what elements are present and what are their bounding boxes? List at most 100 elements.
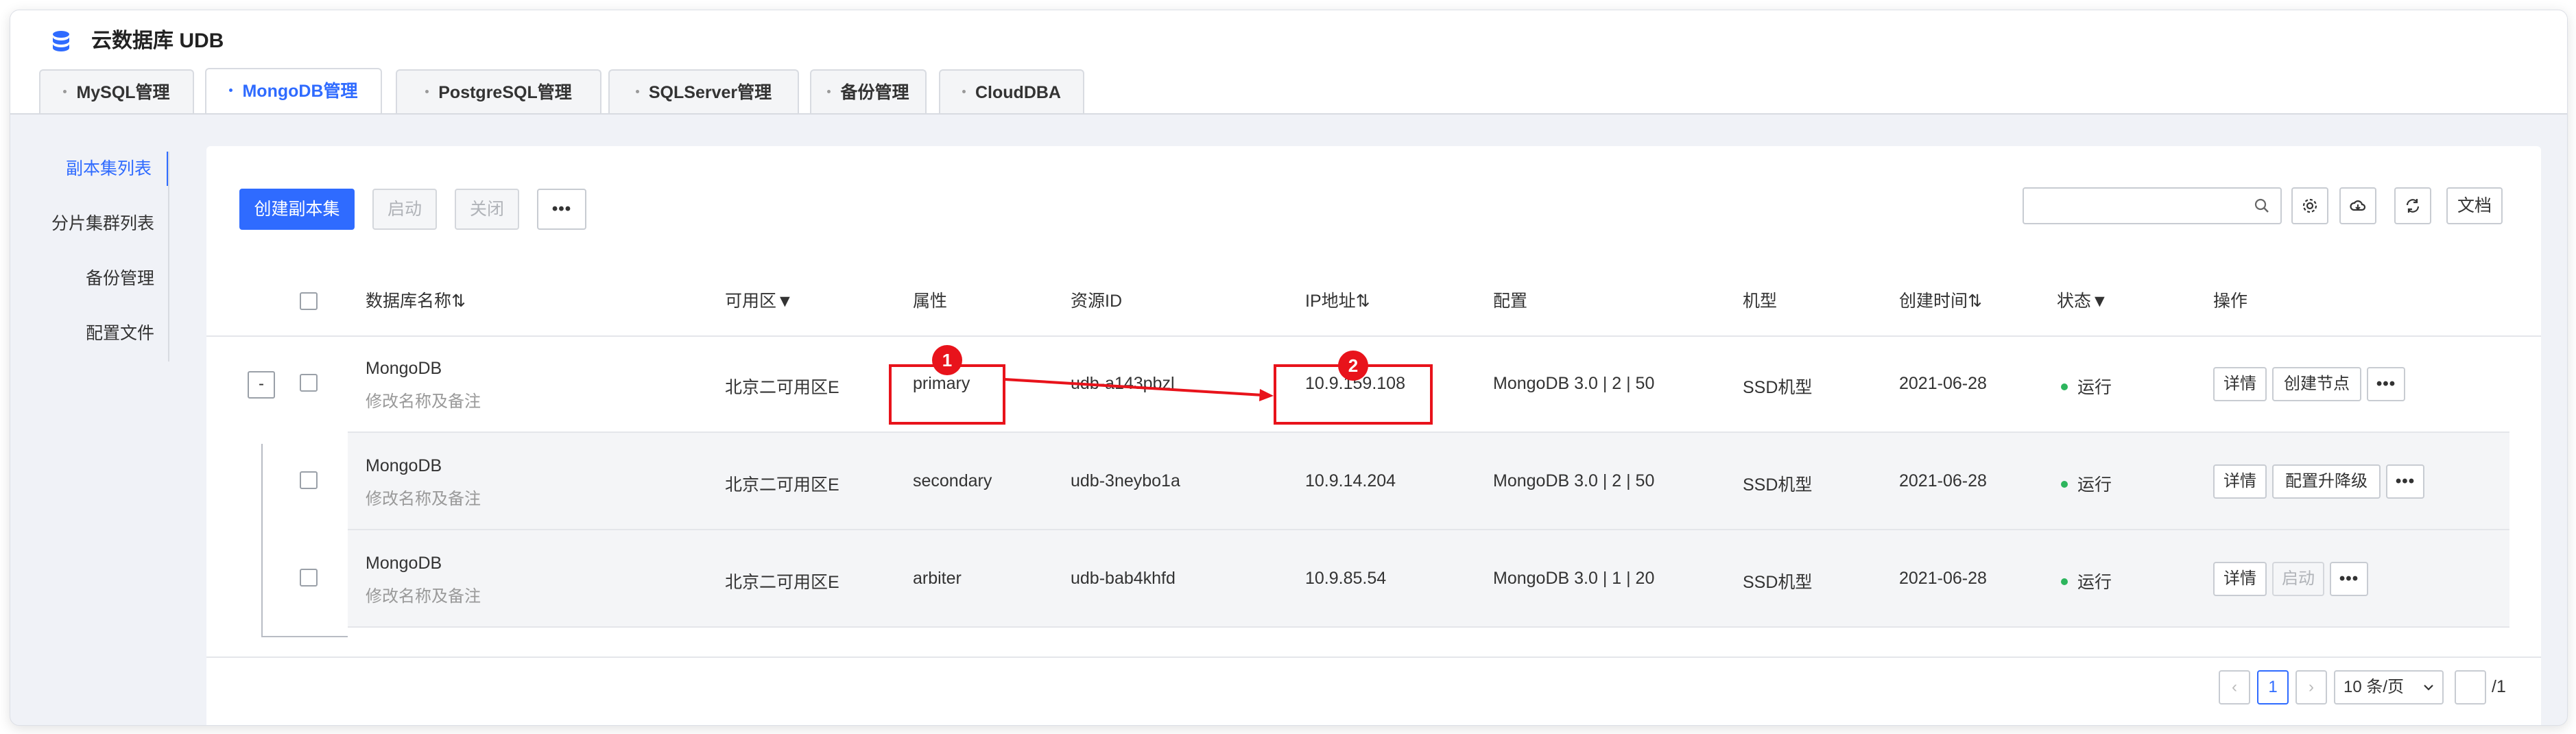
header-actions: 操作 <box>2213 292 2248 311</box>
start-button[interactable]: 启动 <box>372 189 437 230</box>
header-status[interactable]: 状态▼ <box>2057 267 2108 335</box>
details-button[interactable]: 详情 <box>2213 562 2267 596</box>
row-resource-id: udb-3neybo1a <box>1071 471 1180 490</box>
row-name: MongoDB <box>366 456 442 475</box>
row-name: MongoDB <box>366 359 442 378</box>
search-input[interactable] <box>2031 193 2239 220</box>
row-config: MongoDB 3.0 | 2 | 50 <box>1493 471 1655 490</box>
details-button[interactable]: 详情 <box>2213 464 2267 499</box>
header-role: 属性 <box>913 292 948 311</box>
table-row: MongoDB 修改名称及备注 北京二可用区E secondary udb-3n… <box>206 433 2541 530</box>
collapse-toggle[interactable]: - <box>248 371 275 399</box>
row-more-button[interactable]: ••• <box>2386 464 2424 499</box>
gear-icon <box>2302 198 2317 213</box>
status-dot-icon <box>2061 383 2068 391</box>
edit-name-link[interactable]: 修改名称及备注 <box>366 582 481 606</box>
status-badge: 运行 <box>2061 374 2112 399</box>
row-resource-id: udb-bab4khfd <box>1071 569 1176 588</box>
main-panel: 创建副本集 启动 关闭 ••• 文档 数据库名称⇅ 可用区▼ 属性 资源ID I… <box>206 146 2541 725</box>
prev-page-button[interactable]: ‹ <box>2219 670 2250 705</box>
annotation-badge-1: 1 <box>932 345 962 375</box>
row-config: MongoDB 3.0 | 1 | 20 <box>1493 569 1655 588</box>
refresh-button[interactable] <box>2394 187 2431 224</box>
tab-clouddba[interactable]: CloudDBA <box>939 69 1084 113</box>
tab-mysql[interactable]: MySQL管理 <box>39 69 194 113</box>
row-model: SSD机型 <box>1743 475 1813 495</box>
close-button[interactable]: 关闭 <box>455 189 519 230</box>
status-dot-icon <box>2061 578 2068 586</box>
docs-button[interactable]: 文档 <box>2446 187 2503 224</box>
row-config: MongoDB 3.0 | 2 | 50 <box>1493 374 1655 393</box>
resize-button[interactable]: 配置升降级 <box>2272 464 2381 499</box>
cloud-download-icon <box>2350 200 2366 211</box>
page-1-button[interactable]: 1 <box>2257 670 2289 705</box>
header-config: 配置 <box>1493 292 1528 311</box>
status-badge: 运行 <box>2061 471 2112 496</box>
create-replica-set-button[interactable]: 创建副本集 <box>239 189 355 230</box>
header-created[interactable]: 创建时间⇅ <box>1899 267 1982 335</box>
annotation-arrow <box>1004 378 1274 401</box>
chevron-down-icon <box>2424 685 2433 691</box>
edit-name-link[interactable]: 修改名称及备注 <box>366 388 481 412</box>
annotation-badge-2: 2 <box>1338 351 1368 381</box>
start-node-button[interactable]: 启动 <box>2272 562 2324 596</box>
page-title: 云数据库 UDB <box>91 29 224 52</box>
row-ip: 10.9.14.204 <box>1305 471 1396 490</box>
tab-sqlserver[interactable]: SQLServer管理 <box>608 69 799 113</box>
row-name: MongoDB <box>366 554 442 573</box>
database-icon <box>53 31 69 51</box>
header-ip[interactable]: IP地址⇅ <box>1305 267 1370 335</box>
details-button[interactable]: 详情 <box>2213 367 2267 401</box>
edit-name-link[interactable]: 修改名称及备注 <box>366 485 481 509</box>
select-all-checkbox[interactable] <box>300 292 318 310</box>
row-checkbox[interactable] <box>300 374 318 392</box>
row-role: arbiter <box>913 569 962 588</box>
row-zone: 北京二可用区E <box>725 573 839 592</box>
title-bar: 云数据库 UDB MySQL管理 MongoDB管理 PostgreSQL管理 … <box>10 10 2567 115</box>
header-resource-id: 资源ID <box>1071 292 1123 311</box>
tree-line-end <box>261 636 348 637</box>
row-created: 2021-06-28 <box>1899 471 1987 490</box>
row-checkbox[interactable] <box>300 471 318 489</box>
row-model: SSD机型 <box>1743 378 1813 397</box>
tab-postgresql[interactable]: PostgreSQL管理 <box>396 69 601 113</box>
table-row: MongoDB 修改名称及备注 北京二可用区E arbiter udb-bab4… <box>206 530 2541 628</box>
header-zone[interactable]: 可用区▼ <box>725 267 794 335</box>
status-badge: 运行 <box>2061 569 2112 593</box>
tab-mongodb[interactable]: MongoDB管理 <box>205 68 382 115</box>
sidebar-item-config-files[interactable]: 配置文件 <box>10 316 169 351</box>
download-button[interactable] <box>2339 187 2376 224</box>
row-zone: 北京二可用区E <box>725 475 839 495</box>
total-pages: /1 <box>2492 677 2506 696</box>
more-button[interactable]: ••• <box>537 189 586 230</box>
row-role: secondary <box>913 471 992 490</box>
tab-divider <box>10 113 2567 115</box>
footer-divider <box>206 656 2541 658</box>
app-window: 云数据库 UDB MySQL管理 MongoDB管理 PostgreSQL管理 … <box>10 10 2568 726</box>
row-created: 2021-06-28 <box>1899 569 1987 588</box>
row-zone: 北京二可用区E <box>725 378 839 397</box>
refresh-icon <box>2406 199 2420 213</box>
row-created: 2021-06-28 <box>1899 374 1987 393</box>
row-more-button[interactable]: ••• <box>2367 367 2405 401</box>
page-size-select[interactable]: 10 条/页 <box>2334 670 2444 705</box>
row-model: SSD机型 <box>1743 573 1813 592</box>
settings-button[interactable] <box>2291 187 2328 224</box>
status-dot-icon <box>2061 481 2068 488</box>
header-name[interactable]: 数据库名称⇅ <box>366 267 466 335</box>
search-box <box>2023 187 2282 224</box>
row-checkbox[interactable] <box>300 569 318 587</box>
search-icon[interactable] <box>2253 197 2271 215</box>
sidebar-item-backup[interactable]: 备份管理 <box>10 261 169 296</box>
table-header: 数据库名称⇅ 可用区▼ 属性 资源ID IP地址⇅ 配置 机型 创建时间⇅ 状态… <box>206 267 2541 337</box>
sidebar-item-sharded-clusters[interactable]: 分片集群列表 <box>10 206 169 241</box>
next-page-button[interactable]: › <box>2295 670 2327 705</box>
row-ip: 10.9.85.54 <box>1305 569 1387 588</box>
create-node-button[interactable]: 创建节点 <box>2272 367 2361 401</box>
tab-backup[interactable]: 备份管理 <box>810 69 927 113</box>
header-model: 机型 <box>1743 292 1778 311</box>
page-jump-input[interactable] <box>2455 670 2486 705</box>
sidebar-divider <box>168 152 169 362</box>
sidebar-item-replica-sets[interactable]: 副本集列表 <box>10 152 169 186</box>
row-more-button[interactable]: ••• <box>2330 562 2368 596</box>
